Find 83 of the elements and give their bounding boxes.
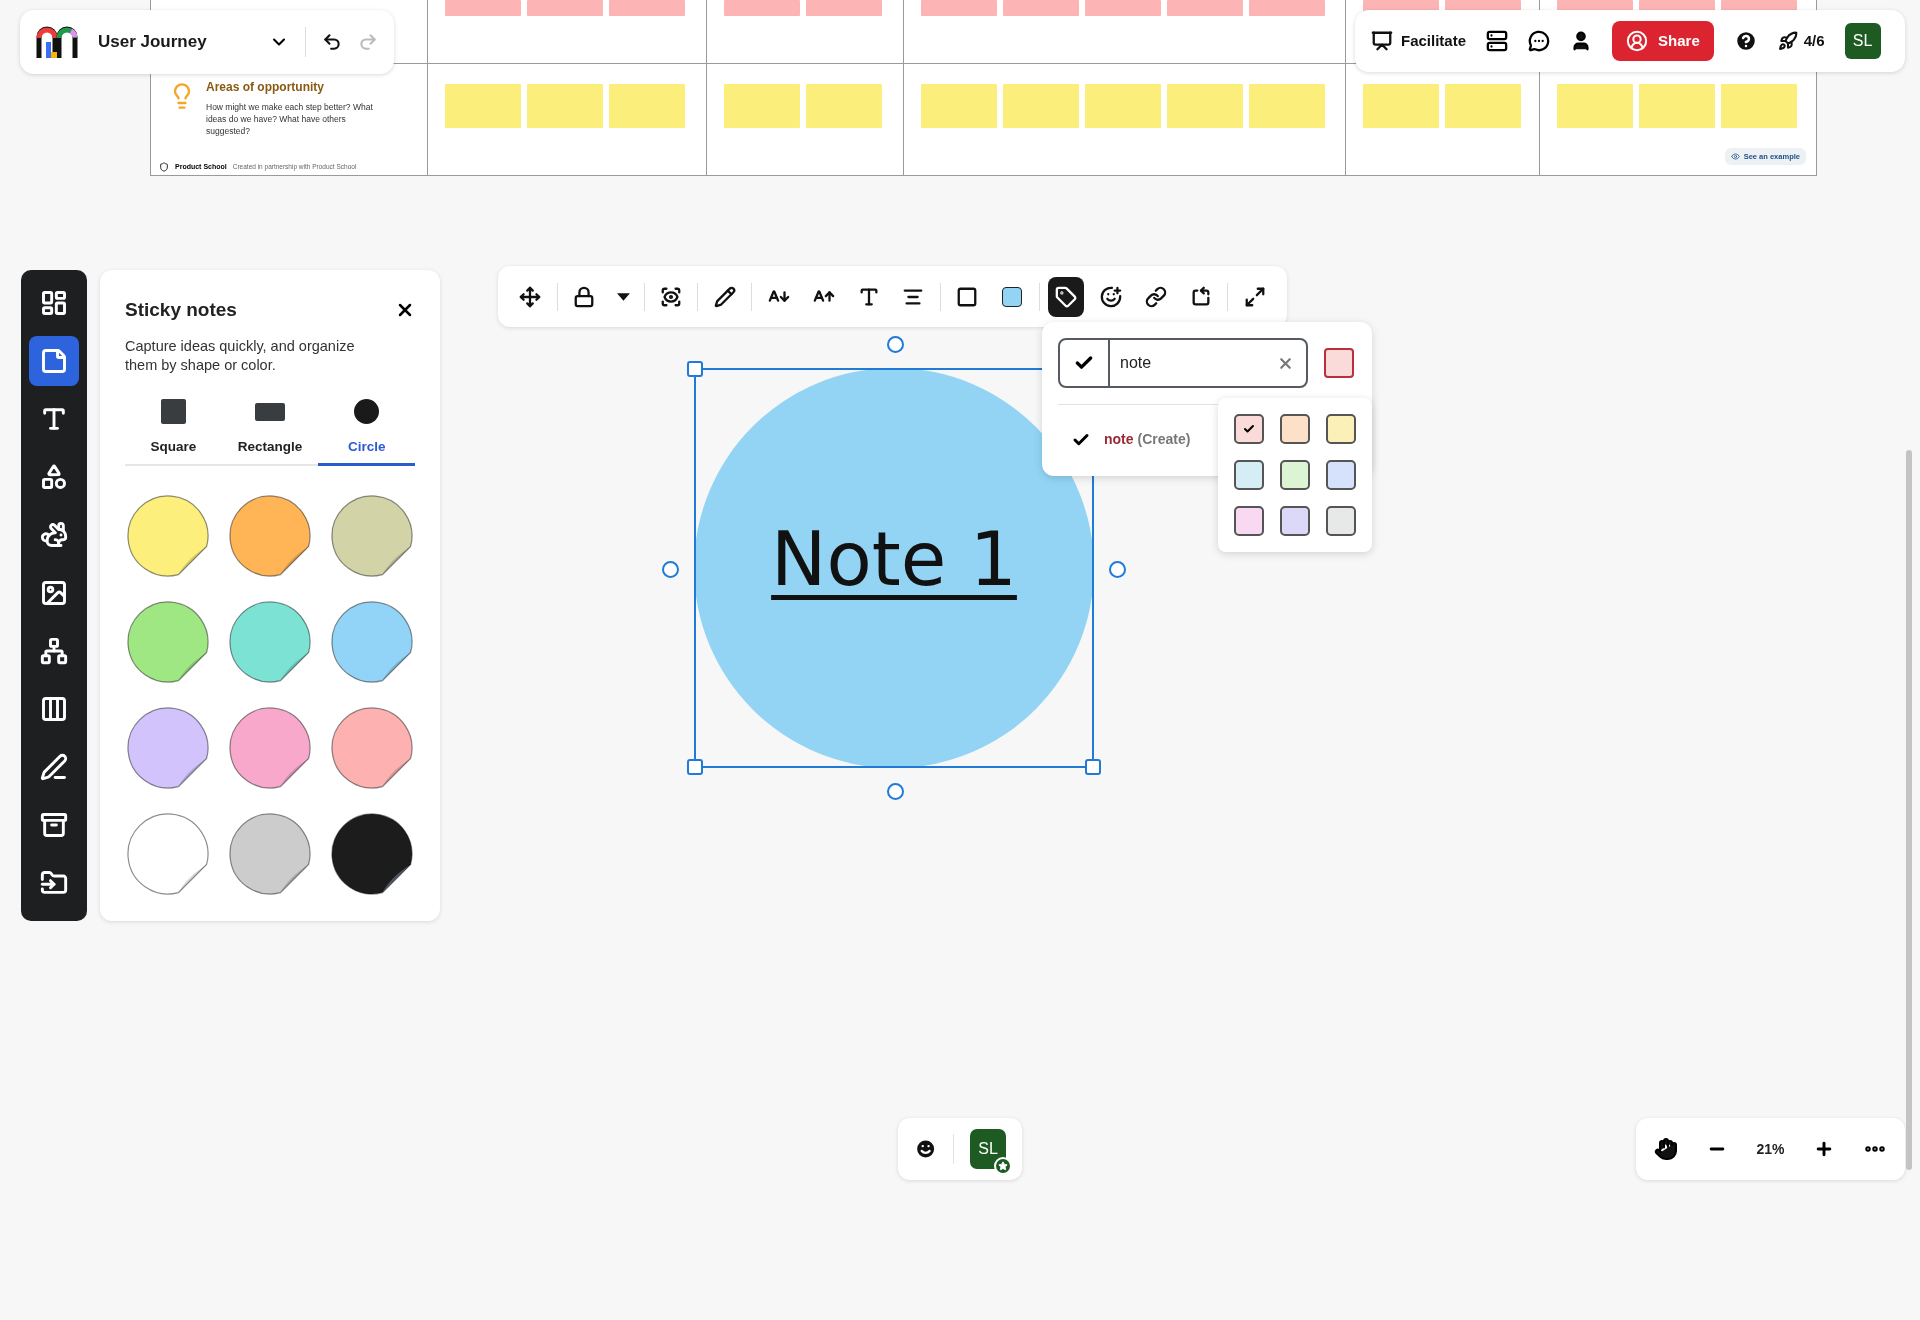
- sticky-note-swatch[interactable]: [228, 811, 312, 896]
- shape-tab[interactable]: Circle: [318, 398, 415, 466]
- tag-color-swatch[interactable]: [1280, 460, 1310, 490]
- check-icon: [1243, 423, 1255, 435]
- border-icon: [956, 285, 979, 308]
- sticky-note-swatch[interactable]: [330, 493, 414, 578]
- tag-color-swatch[interactable]: [1326, 460, 1356, 490]
- resize-handle[interactable]: [1085, 759, 1101, 775]
- tag-color-swatch[interactable]: [1234, 414, 1264, 444]
- tag-color-button[interactable]: [1324, 348, 1354, 378]
- sticky-note-swatch[interactable]: [126, 811, 210, 896]
- layout-icon: [40, 289, 68, 317]
- sticky-note-swatch[interactable]: [126, 599, 210, 684]
- resize-handle[interactable]: [687, 361, 703, 377]
- image-icon: [40, 579, 68, 607]
- app-logo: [36, 24, 78, 60]
- facilitate-button[interactable]: Facilitate: [1371, 29, 1467, 53]
- resize-handle[interactable]: [687, 759, 703, 775]
- shape-tab[interactable]: Square: [125, 398, 222, 466]
- table-icon: [40, 695, 68, 723]
- sticky-note-swatch[interactable]: [330, 811, 414, 896]
- tag-color-swatch[interactable]: [1234, 506, 1264, 536]
- sticky-note-tool[interactable]: [29, 336, 79, 386]
- undo-icon[interactable]: [322, 32, 342, 52]
- shape-tab[interactable]: Rectangle: [221, 398, 319, 466]
- sticky-note-swatch[interactable]: [126, 493, 210, 578]
- diagram-icon: [40, 637, 68, 665]
- outline-icon[interactable]: [1486, 30, 1509, 52]
- expand-icon: [1243, 285, 1266, 308]
- onboarding-progress-button[interactable]: 4/6: [1777, 29, 1825, 53]
- pencil-icon: [40, 753, 68, 781]
- tag-name-input[interactable]: note: [1110, 351, 1277, 375]
- sticky-note-swatch[interactable]: [330, 705, 414, 790]
- row-title: Areas of opportunity: [206, 79, 325, 96]
- tag-color-swatch[interactable]: [1326, 414, 1356, 444]
- row-description: How might we make each step better? What ideas do we have? What have others suggested?: [206, 101, 374, 137]
- tag-color-swatch[interactable]: [1326, 506, 1356, 536]
- tag-button[interactable]: [1047, 276, 1085, 317]
- presenter-icon: [1371, 30, 1393, 52]
- tag-color-swatch[interactable]: [1234, 460, 1264, 490]
- text-icon: [40, 405, 68, 433]
- animal-icon: [40, 521, 68, 549]
- user-icon: [1626, 30, 1649, 52]
- sticky-note-swatch[interactable]: [228, 599, 312, 684]
- caret-icon[interactable]: [616, 292, 630, 301]
- comment-icon[interactable]: [1528, 30, 1551, 52]
- circle-sticky-note[interactable]: Note 1: [694, 368, 1094, 768]
- focus-eye-icon: [660, 285, 683, 308]
- connector-handle[interactable]: [662, 561, 679, 578]
- star-icon: [998, 1161, 1008, 1171]
- move-icon: [519, 285, 542, 308]
- sticky-note-swatch[interactable]: [126, 705, 210, 790]
- sticky-note-icon: [40, 347, 68, 375]
- panel-description: Capture ideas quickly, and organize them by shape or color.: [125, 336, 356, 375]
- shapes-icon: [40, 463, 68, 491]
- connector-handle[interactable]: [887, 336, 904, 353]
- sticky-note-swatch[interactable]: [228, 493, 312, 578]
- hand-icon[interactable]: [1654, 1137, 1678, 1161]
- eye-icon: [1730, 151, 1740, 161]
- rectangle-shape-icon: [255, 402, 285, 421]
- pencil-icon: [713, 285, 736, 308]
- board-title[interactable]: User Journey: [98, 29, 207, 55]
- archive-icon: [40, 811, 68, 839]
- connector-handle[interactable]: [1109, 561, 1126, 578]
- add-reaction-icon: [1099, 285, 1122, 308]
- square-shape-icon: [160, 399, 186, 424]
- tag-input-field[interactable]: note: [1058, 338, 1308, 388]
- user-avatar[interactable]: SL: [1844, 23, 1881, 59]
- circle-shape-icon: [354, 399, 380, 424]
- sticky-note-swatch[interactable]: [228, 705, 312, 790]
- panel-title: Sticky notes: [125, 298, 237, 322]
- lock-icon: [573, 285, 596, 308]
- tag-icon: [1054, 285, 1077, 308]
- shield-icon: [159, 161, 169, 172]
- tag-color-swatch[interactable]: [1280, 506, 1310, 536]
- share-button[interactable]: Share: [1612, 21, 1714, 61]
- note-text: Note 1: [771, 514, 1017, 604]
- rocket-icon: [1777, 31, 1798, 51]
- sticky-note-swatch[interactable]: [330, 599, 414, 684]
- link-icon: [1144, 285, 1167, 308]
- connector-handle[interactable]: [887, 783, 904, 800]
- tag-color-swatch[interactable]: [1280, 414, 1310, 444]
- zoom-level[interactable]: 21%: [1756, 1138, 1785, 1160]
